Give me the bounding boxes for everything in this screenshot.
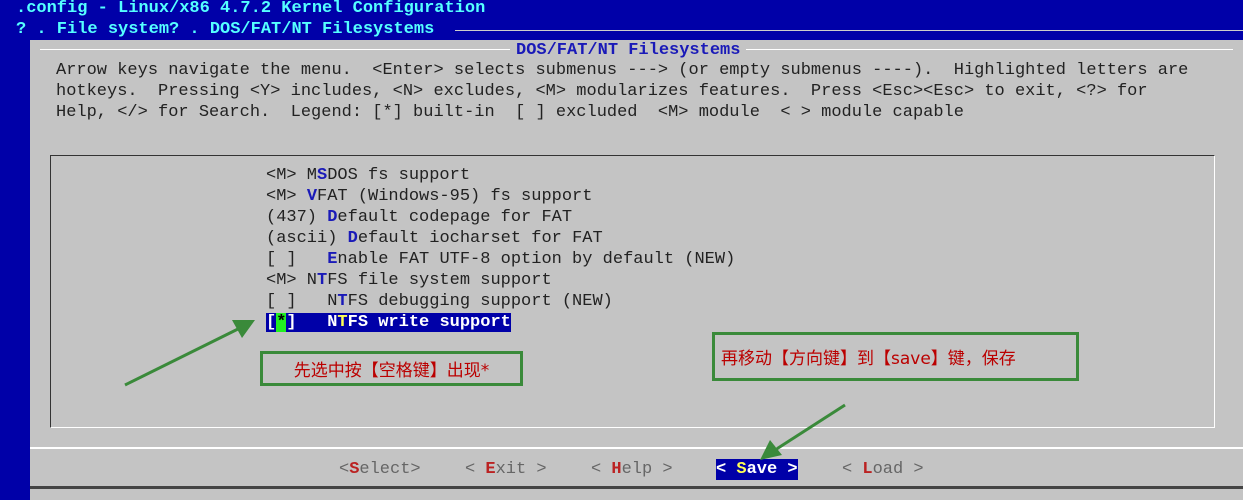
arrow-line [124, 326, 241, 387]
arrow-head [760, 440, 782, 460]
arrow-line [774, 403, 846, 452]
annotation-arrows [124, 320, 846, 460]
